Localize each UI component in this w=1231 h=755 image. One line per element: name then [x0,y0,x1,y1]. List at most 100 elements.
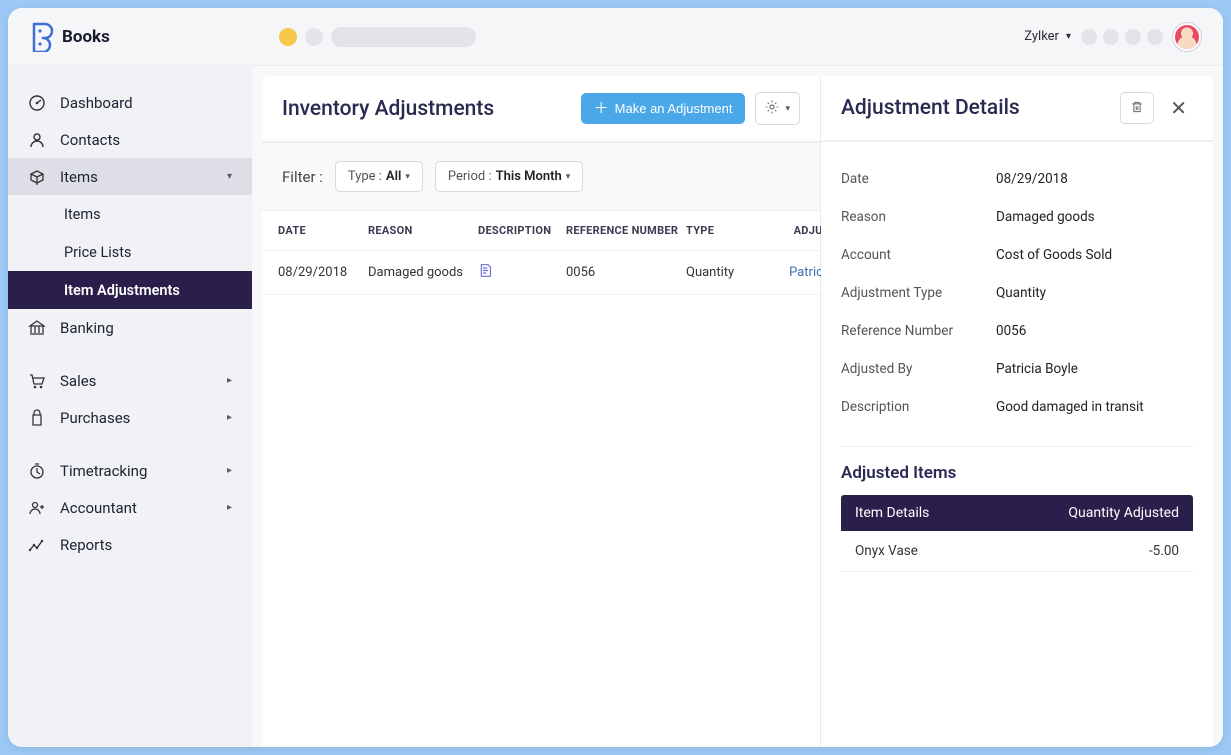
placeholder-dot[interactable] [1125,29,1141,45]
field-label: Description [841,399,996,415]
sidebar-item-purchases[interactable]: Purchases ▸ [8,399,252,436]
filter-label: Filter : [282,168,323,186]
items-icon [28,168,46,186]
items-table-header: Item Details Quantity Adjusted [841,495,1193,531]
cell-item-name: Onyx Vase [855,543,1149,559]
org-switcher[interactable]: Zylker [1024,29,1071,44]
chevron-down-icon: ▾ [785,103,790,114]
plus-icon: ＋ [594,101,609,116]
filter-type-chip[interactable]: Type : All ▾ [335,161,423,192]
col-description: DESCRIPTION [478,224,566,237]
chevron-right-icon: ▸ [227,375,232,386]
trash-icon [1130,99,1144,118]
field-label: Adjustment Type [841,285,996,301]
cell-date: 08/29/2018 [278,265,368,280]
sidebar-item-label: Sales [60,372,96,390]
field-value: Good damaged in transit [996,399,1193,415]
field-label: Reference Number [841,323,996,339]
placeholder-dot[interactable] [1147,29,1163,45]
filter-prefix: Type : [348,169,382,184]
field-value: 0056 [996,323,1193,339]
field-label: Adjusted By [841,361,996,377]
field-description: Description Good damaged in transit [841,388,1193,426]
field-date: Date 08/29/2018 [841,160,1193,198]
close-button[interactable]: ✕ [1164,92,1193,124]
sidebar-item-label: Items [60,168,98,186]
field-value: Patricia Boyle [996,361,1193,377]
sidebar-item-label: Items [64,206,101,223]
gear-icon [765,100,779,117]
placeholder-dot [279,28,297,46]
sidebar: Dashboard Contacts Items ▾ Items Price L… [8,66,252,747]
sidebar-item-label: Reports [60,536,112,554]
settings-dropdown-button[interactable]: ▾ [755,92,800,125]
cell-reference: 0056 [566,265,686,280]
col-item-details: Item Details [855,505,1068,521]
sidebar-subitem-pricelists[interactable]: Price Lists [8,233,252,271]
user-avatar[interactable] [1173,23,1201,51]
field-reason: Reason Damaged goods [841,198,1193,236]
chevron-right-icon: ▸ [227,502,232,513]
cell-description [478,263,566,282]
sidebar-item-sales[interactable]: Sales ▸ [8,362,252,399]
sidebar-item-label: Purchases [60,409,130,427]
field-value: Cost of Goods Sold [996,247,1193,263]
make-adjustment-button[interactable]: ＋ Make an Adjustment [581,93,746,124]
placeholder-dot[interactable] [1103,29,1119,45]
reports-icon [28,536,46,554]
page-title: Inventory Adjustments [282,97,494,121]
sidebar-item-dashboard[interactable]: Dashboard [8,84,252,121]
chevron-down-icon: ▾ [566,172,571,182]
sidebar-item-contacts[interactable]: Contacts [8,121,252,158]
adjusted-items-title: Adjusted Items [841,463,1193,483]
sidebar-item-reports[interactable]: Reports [8,526,252,563]
sidebar-item-label: Price Lists [64,244,132,261]
main: Inventory Adjustments ＋ Make an Adjustme… [252,66,1223,747]
sales-icon [28,372,46,390]
chevron-down-icon: ▾ [405,172,410,182]
col-qty-adjusted: Quantity Adjusted [1068,505,1179,521]
field-value: 08/29/2018 [996,171,1193,187]
sidebar-item-timetracking[interactable]: Timetracking ▸ [8,452,252,489]
col-date: DATE [278,224,368,237]
field-label: Account [841,247,996,263]
sidebar-item-accountant[interactable]: Accountant ▸ [8,489,252,526]
note-icon [478,264,493,282]
field-adjusted-by: Adjusted By Patricia Boyle [841,350,1193,388]
sidebar-item-banking[interactable]: Banking [8,309,252,346]
field-value: Damaged goods [996,209,1193,225]
chevron-down-icon: ▾ [227,171,232,182]
dashboard-icon [28,94,46,112]
table-row[interactable]: 08/29/2018 Damaged goods 0056 Quantity P… [262,251,820,295]
col-reason: REASON [368,224,478,237]
accountant-icon [28,499,46,517]
cell-reason: Damaged goods [368,265,478,280]
topbar-placeholder [279,27,476,47]
field-value: Quantity [996,285,1193,301]
filter-prefix: Period : [448,169,492,184]
sidebar-subitem-item-adjustments[interactable]: Item Adjustments [8,271,252,309]
sidebar-item-label: Timetracking [60,462,147,480]
filter-period-chip[interactable]: Period : This Month ▾ [435,161,583,192]
placeholder-pill [331,27,476,47]
sidebar-item-items[interactable]: Items ▾ [8,158,252,195]
chevron-right-icon: ▸ [227,465,232,476]
sidebar-item-label: Contacts [60,131,120,149]
books-logo-icon [30,22,54,52]
sidebar-subitem-items[interactable]: Items [8,195,252,233]
detail-pane: Adjustment Details ✕ Date 08/29/2018 [821,76,1213,747]
sidebar-item-label: Item Adjustments [64,282,180,299]
filter-value: All [386,169,401,184]
body: Dashboard Contacts Items ▾ Items Price L… [8,66,1223,747]
contacts-icon [28,131,46,149]
divider [841,446,1193,447]
detail-header: Adjustment Details ✕ [821,76,1213,142]
topbar-action-dots [1081,29,1163,45]
close-icon: ✕ [1170,96,1187,120]
delete-button[interactable] [1120,92,1154,124]
org-name: Zylker [1024,29,1059,44]
sidebar-item-label: Dashboard [60,94,133,112]
placeholder-dot[interactable] [1081,29,1097,45]
app-logo[interactable]: Books [30,22,110,52]
purchases-icon [28,409,46,427]
